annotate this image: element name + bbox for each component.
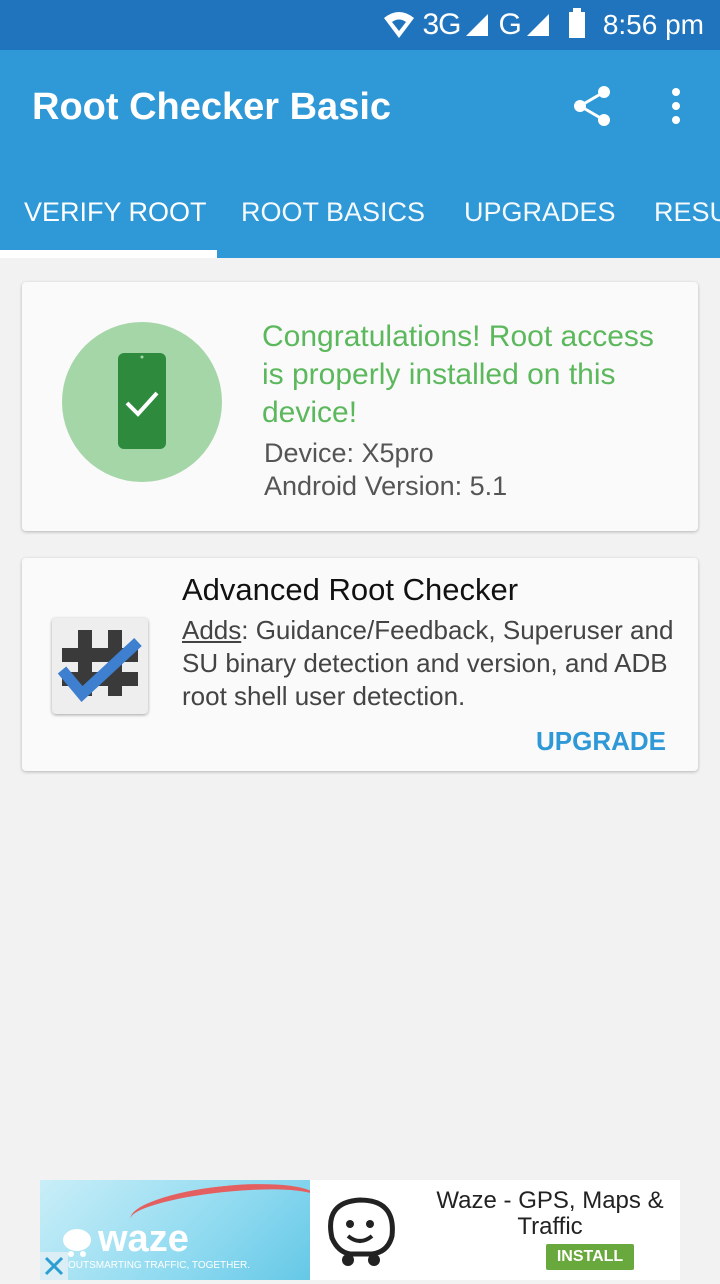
tab-verify-root[interactable]: VERIFY ROOT	[24, 178, 207, 258]
ad-title: Waze - GPS, Maps & Traffic	[436, 1187, 664, 1240]
wifi-icon	[384, 12, 415, 38]
ad-install-button[interactable]: INSTALL	[546, 1244, 634, 1270]
tab-bar: VERIFY ROOT ROOT BASICS UPGRADES RESU	[0, 178, 720, 258]
share-icon[interactable]	[570, 84, 614, 128]
tab-indicator	[0, 250, 217, 258]
root-status-icon	[62, 322, 222, 482]
advanced-title: Advanced Root Checker	[182, 572, 519, 607]
waze-app-icon[interactable]	[310, 1180, 410, 1280]
signal-icon-2	[526, 14, 549, 36]
ad-brand: waze	[98, 1218, 189, 1260]
waze-icon	[328, 1197, 395, 1266]
ad-close-button[interactable]	[40, 1252, 68, 1280]
ad-banner[interactable]: waze OUTSMARTING TRAFFIC, TOGETHER. Waze…	[40, 1180, 680, 1280]
more-vertical-icon[interactable]	[660, 84, 692, 128]
network-type-g: G	[498, 8, 521, 41]
android-version: Android Version: 5.1	[264, 471, 508, 501]
checkmark-icon	[125, 355, 159, 417]
tab-root-basics[interactable]: ROOT BASICS	[241, 178, 425, 258]
upgrade-button[interactable]: UPGRADE	[536, 726, 666, 757]
ad-tagline: OUTSMARTING TRAFFIC, TOGETHER.	[68, 1260, 251, 1271]
close-icon	[44, 1256, 64, 1276]
ad-image[interactable]: waze OUTSMARTING TRAFFIC, TOGETHER.	[40, 1180, 310, 1280]
tab-results[interactable]: RESU	[654, 178, 720, 258]
advanced-description-text: : Guidance/Feedback, Superuser and SU bi…	[182, 615, 674, 711]
app-title: Root Checker Basic	[32, 86, 392, 128]
network-type-3g: 3G	[422, 8, 461, 41]
advanced-description: Adds: Guidance/Feedback, Superuser and S…	[182, 614, 682, 713]
device-info: Device: X5pro	[264, 438, 434, 468]
battery-icon	[568, 8, 585, 38]
signal-icon	[466, 14, 489, 36]
status-bar: 3G G 8:56 pm	[0, 0, 720, 50]
hash-check-icon	[57, 630, 142, 702]
phone-icon	[118, 353, 166, 449]
tab-upgrades[interactable]: UPGRADES	[464, 178, 616, 258]
adds-link[interactable]: Adds	[182, 615, 241, 645]
status-icons: 3G G 8:56 pm	[382, 0, 704, 50]
clock: 8:56 pm	[602, 9, 704, 40]
advanced-root-checker-icon	[52, 618, 148, 714]
app-bar: Root Checker Basic VERIFY ROOT ROOT BASI…	[0, 50, 720, 258]
root-status-message: Congratulations! Root access is properly…	[262, 320, 654, 429]
advanced-root-checker-card: Advanced Root Checker Adds: Guidance/Fee…	[22, 558, 698, 771]
root-status-card: Congratulations! Root access is properly…	[22, 282, 698, 531]
